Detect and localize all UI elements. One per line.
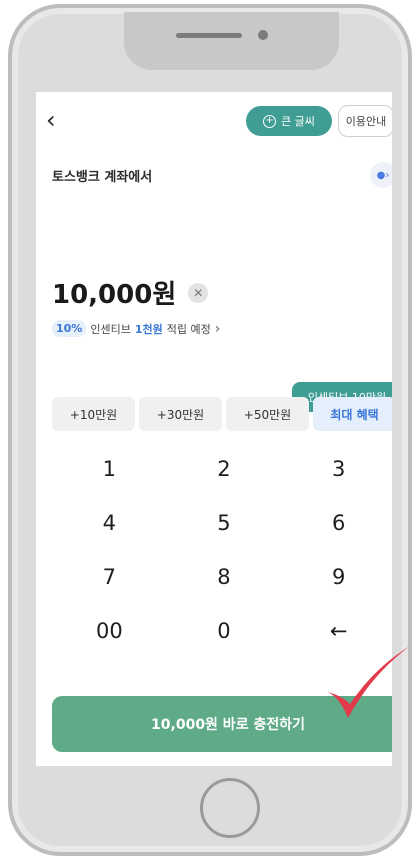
- home-button[interactable]: [200, 778, 260, 838]
- back-arrow-icon[interactable]: ‹: [46, 106, 74, 134]
- speaker-icon[interactable]: ●›: [370, 162, 392, 188]
- incentive-suffix: 적립 예정: [166, 322, 211, 336]
- key-5[interactable]: 5: [167, 504, 282, 542]
- chevron-right-icon: ›: [214, 320, 221, 337]
- incentive-info[interactable]: 10% 인센티브 1천원 적립 예정 ›: [52, 320, 220, 337]
- max-benefit-button[interactable]: 최대 혜택: [313, 397, 392, 431]
- key-6[interactable]: 6: [281, 504, 392, 542]
- key-00[interactable]: 00: [52, 612, 167, 650]
- key-4[interactable]: 4: [52, 504, 167, 542]
- quick-amount-button[interactable]: +30만원: [139, 397, 222, 431]
- plus-circle-icon: +: [263, 114, 277, 128]
- big-text-label: 큰 글씨: [281, 115, 315, 128]
- app-screen: ‹ + 큰 글씨 이용안내 토스뱅크 계좌에서 ●› 10,000원 ✕ 10%…: [36, 92, 392, 766]
- speaker-grille: [176, 33, 242, 38]
- incentive-amount: 1천원: [134, 322, 163, 336]
- charge-now-button[interactable]: 10,000원 바로 충전하기: [52, 696, 392, 752]
- key-3[interactable]: 3: [281, 450, 392, 488]
- backspace-icon[interactable]: ←: [281, 612, 392, 650]
- key-8[interactable]: 8: [167, 558, 282, 596]
- incentive-prefix: 인센티브: [90, 322, 131, 336]
- big-text-button[interactable]: + 큰 글씨: [246, 106, 332, 136]
- amount-value: 10,000원: [52, 280, 177, 310]
- notch: [124, 12, 339, 70]
- quick-amount-row: +10만원 +30만원 +50만원 최대 혜택: [52, 397, 392, 431]
- key-2[interactable]: 2: [167, 450, 282, 488]
- incentive-percent-badge: 10%: [52, 320, 87, 337]
- quick-amount-button[interactable]: +50만원: [226, 397, 309, 431]
- guide-button[interactable]: 이용안내: [338, 105, 392, 137]
- key-7[interactable]: 7: [52, 558, 167, 596]
- key-9[interactable]: 9: [281, 558, 392, 596]
- source-account-label[interactable]: 토스뱅크 계좌에서: [52, 166, 152, 185]
- camera-dot: [258, 30, 268, 40]
- key-1[interactable]: 1: [52, 450, 167, 488]
- number-keypad: 1 2 3 4 5 6 7 8 9 00 0 ←: [52, 450, 392, 650]
- quick-amount-button[interactable]: +10만원: [52, 397, 135, 431]
- close-icon[interactable]: ✕: [188, 282, 209, 303]
- key-0[interactable]: 0: [167, 612, 282, 650]
- amount-row: 10,000원 ✕: [52, 274, 209, 311]
